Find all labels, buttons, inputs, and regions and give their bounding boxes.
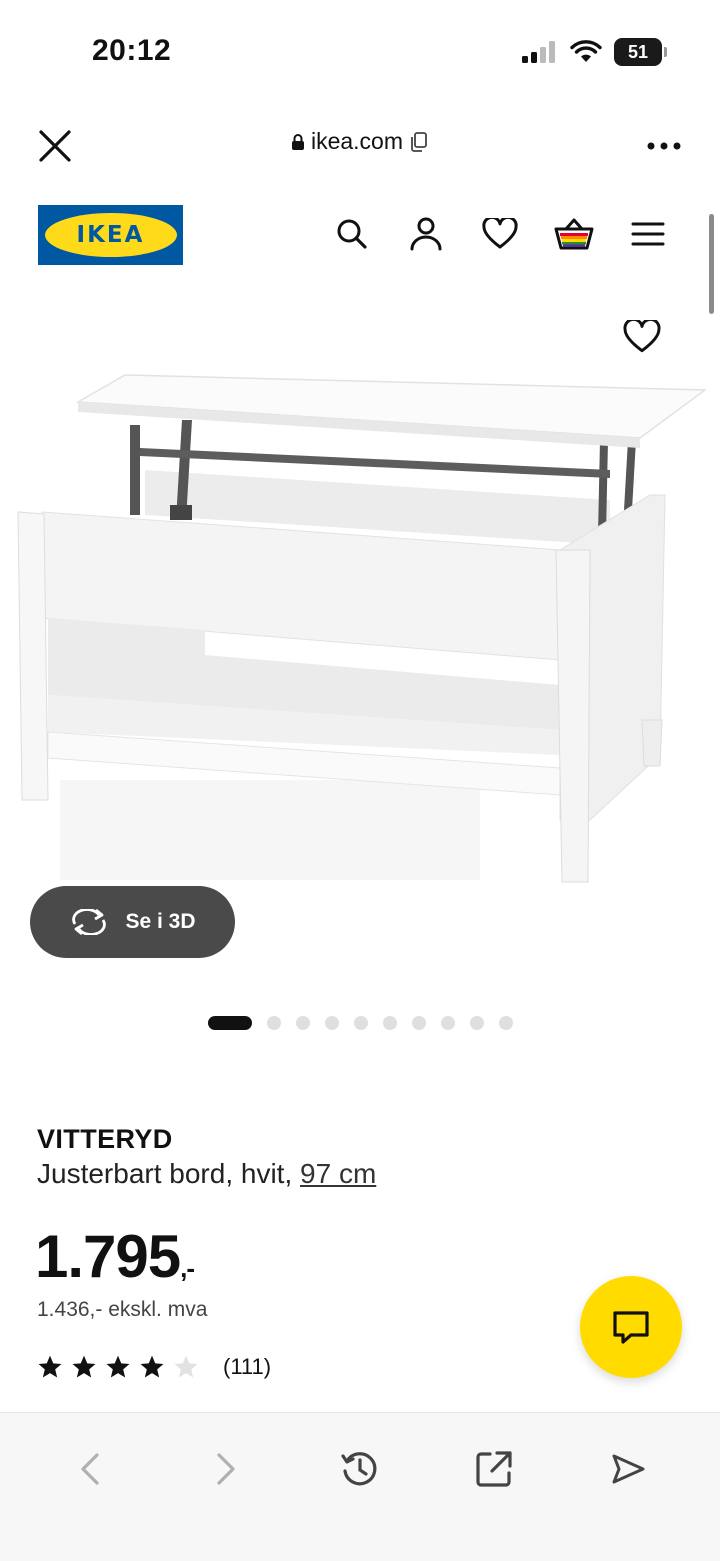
view-in-3d-label: Se i 3D — [125, 910, 196, 933]
browser-toolbar — [0, 1412, 720, 1561]
back-button[interactable] — [68, 1447, 112, 1491]
star-filled-icon — [38, 1355, 62, 1378]
star-filled-icon — [106, 1355, 130, 1378]
star-filled-icon — [72, 1355, 96, 1378]
product-description-text: Justerbart bord, hvit, — [37, 1158, 293, 1189]
carousel-dot[interactable] — [498, 1016, 513, 1030]
status-bar: 20:12 51 — [0, 0, 720, 100]
carousel-dot[interactable] — [353, 1016, 368, 1030]
send-icon — [612, 1454, 645, 1484]
battery-indicator: 51 — [614, 38, 667, 66]
status-time: 20:12 — [92, 34, 172, 67]
copy-icon[interactable] — [409, 131, 429, 153]
more-options-button[interactable] — [646, 132, 682, 160]
history-icon — [341, 1452, 377, 1486]
menu-button[interactable] — [628, 214, 668, 254]
status-icons: 51 — [522, 38, 667, 66]
product-size-link[interactable]: 97 cm — [300, 1158, 376, 1189]
view-in-3d-button[interactable]: Se i 3D — [30, 886, 235, 958]
carousel-dot[interactable] — [469, 1016, 484, 1030]
product-price: 1.795,- — [35, 1222, 195, 1291]
cellular-signal-icon — [522, 41, 555, 63]
coffee-table-illustration — [17, 374, 708, 883]
forward-button[interactable] — [204, 1447, 248, 1491]
forward-icon — [217, 1453, 235, 1485]
logo-oval: IKEA — [44, 213, 177, 257]
menu-icon — [631, 222, 665, 246]
carousel-indicator — [0, 1016, 720, 1030]
search-icon — [337, 219, 367, 249]
product-rating[interactable]: (111) — [37, 1354, 271, 1380]
back-icon — [81, 1453, 99, 1485]
price-suffix: ,- — [180, 1253, 195, 1283]
star-filled-icon — [140, 1355, 164, 1378]
carousel-dot[interactable] — [440, 1016, 455, 1030]
chat-button[interactable] — [580, 1276, 682, 1378]
history-button[interactable] — [338, 1447, 382, 1491]
add-to-wishlist-button[interactable] — [623, 317, 665, 362]
basket-button[interactable] — [554, 214, 594, 254]
product-image[interactable] — [0, 300, 720, 920]
share-icon — [476, 1451, 512, 1487]
basket-icon — [554, 218, 594, 250]
heart-icon — [623, 317, 661, 353]
carousel-dot[interactable] — [324, 1016, 339, 1030]
open-external-button[interactable] — [472, 1447, 516, 1491]
rating-count: (111) — [223, 1354, 272, 1379]
url-text: ikea.com — [310, 128, 404, 154]
address-bar[interactable]: ikea.com — [0, 128, 720, 155]
carousel-dot-active[interactable] — [207, 1016, 252, 1030]
logo-text: IKEA — [76, 222, 145, 248]
user-icon — [410, 217, 442, 251]
carousel-dot[interactable] — [266, 1016, 281, 1030]
header-icons — [332, 214, 668, 254]
more-dots-icon — [647, 142, 681, 150]
price-excl-vat: 1.436,- ekskl. mva — [37, 1298, 208, 1321]
send-button[interactable] — [606, 1447, 650, 1491]
wifi-icon — [570, 40, 602, 62]
scrollbar-thumb[interactable] — [709, 214, 714, 314]
product-description: Justerbart bord, hvit, 97 cm — [37, 1158, 376, 1190]
search-button[interactable] — [332, 214, 372, 254]
carousel-dot[interactable] — [411, 1016, 426, 1030]
heart-icon — [482, 218, 518, 249]
ikea-logo[interactable]: IKEA — [38, 205, 183, 265]
browser-bar: ikea.com — [0, 110, 720, 180]
carousel-dot[interactable] — [295, 1016, 310, 1030]
carousel-dot[interactable] — [382, 1016, 397, 1030]
account-button[interactable] — [406, 214, 446, 254]
lock-icon — [291, 133, 304, 150]
rotate-3d-icon — [72, 909, 107, 935]
chat-icon — [613, 1311, 649, 1344]
wishlist-button[interactable] — [480, 214, 520, 254]
product-name: VITTERYD — [37, 1124, 173, 1154]
price-value: 1.795 — [35, 1223, 181, 1290]
site-header: IKEA — [0, 198, 720, 278]
star-empty-icon — [174, 1355, 198, 1378]
